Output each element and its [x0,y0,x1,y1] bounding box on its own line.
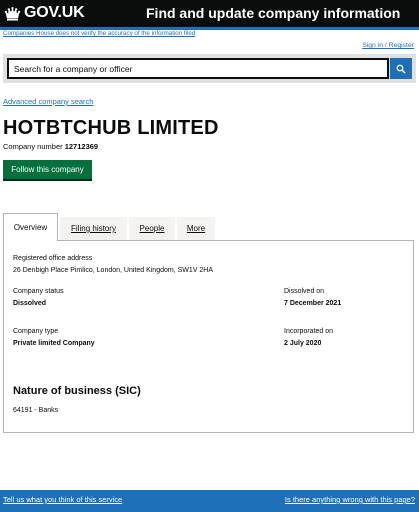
search-icon [396,64,406,74]
incorporated-on-value: 2 July 2020 [284,340,322,347]
follow-company-button[interactable]: Follow this company [3,160,92,179]
crown-icon [4,6,21,20]
incorporated-on-label: Incorporated on [284,328,334,335]
tab-filing-history[interactable]: Filing history [60,217,127,240]
dissolved-on-label: Dissolved on [284,288,325,295]
company-status-value: Dissolved [13,300,47,307]
company-number: Company number 12712369 [3,142,98,151]
govuk-header: GOV.UK Find and update company informati… [0,0,419,27]
tab-people[interactable]: People [129,217,175,240]
tab-more[interactable]: More [177,217,215,240]
company-number-value: 12712369 [64,142,99,151]
company-type-label: Company type [13,328,59,335]
overview-panel: Registered office address 26 Denbigh Pla… [3,240,414,433]
registered-office-value: 26 Denbigh Place Pimlico, London, United… [13,267,213,274]
service-name-link[interactable]: Find and update company information [146,5,400,21]
dissolved-on-value: 7 December 2021 [284,300,342,307]
company-name: HOTBTCHUB LIMITED [3,117,219,139]
search-panel [3,54,416,83]
disclaimer-link[interactable]: Companies House does not verify the accu… [3,30,195,37]
advanced-search-link[interactable]: Advanced company search [3,97,93,106]
tab-overview[interactable]: Overview [3,213,58,241]
sign-in-register-link[interactable]: Sign in / Register [362,42,414,49]
search-input[interactable] [7,58,389,79]
footer-bar: Tell us what you think of this service I… [0,490,419,512]
feedback-link[interactable]: Tell us what you think of this service [3,495,122,504]
company-number-label: Company number [3,142,63,151]
report-problem-link[interactable]: Is there anything wrong with this page? [285,495,415,504]
registered-office-label: Registered office address [13,255,93,262]
govuk-logo-link[interactable]: GOV.UK [4,4,85,22]
sic-code: 64191 - Banks [13,407,59,414]
company-type-value: Private limited Company [13,340,95,347]
govuk-logo-text: GOV.UK [24,4,85,21]
company-status-label: Company status [13,288,64,295]
search-button[interactable] [390,58,412,79]
nature-of-business-heading: Nature of business (SIC) [13,385,141,397]
